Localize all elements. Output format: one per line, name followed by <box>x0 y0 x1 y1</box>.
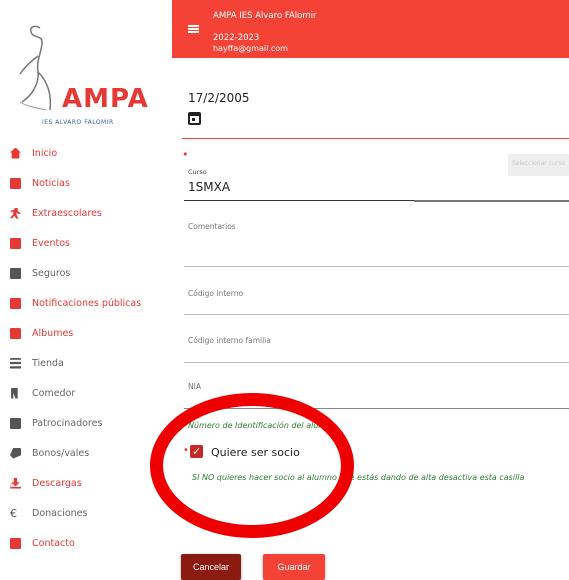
download-icon <box>10 477 21 489</box>
cancel-button[interactable]: Cancelar <box>181 554 241 580</box>
app-title: AMPA IES Alvaro FAlomir <box>213 11 317 21</box>
date-field-underline <box>182 138 569 139</box>
album-icon <box>10 327 21 339</box>
calendar-icon[interactable] <box>188 112 201 125</box>
select-course-button[interactable]: Seleccionar curso <box>508 154 569 176</box>
sidebar-item-seguros[interactable]: Seguros <box>0 258 172 288</box>
dining-icon <box>11 387 18 399</box>
sidebar-item-label: Bonos/vales <box>32 447 90 459</box>
sidebar-item-contacto[interactable]: Contacto <box>0 528 172 558</box>
ampa-logo: AMPA IES ALVARO FALOMIR <box>12 22 157 132</box>
home-icon <box>10 147 21 159</box>
codigo-familia-field[interactable]: Código interno familia <box>188 336 271 345</box>
logo-text: AMPA <box>62 84 149 114</box>
sidebar-item-label: Comedor <box>32 387 76 399</box>
sidebar-item-inicio[interactable]: Inicio <box>0 138 172 168</box>
sidebar-item-eventos[interactable]: Eventos <box>0 228 172 258</box>
top-bar: AMPA IES Alvaro FAlomir 2022-2023 hayffa… <box>172 0 569 58</box>
sidebar-item-label: Contacto <box>32 537 75 549</box>
sidebar-item-label: Descargas <box>32 477 82 489</box>
running-icon <box>10 207 21 219</box>
logo-subtitle: IES ALVARO FALOMIR <box>42 119 114 126</box>
codigo-interno-field[interactable]: Código interno <box>188 289 243 298</box>
sidebar-item-patrocinadores[interactable]: Patrocinadores <box>0 408 172 438</box>
sidebar-item-albumes[interactable]: Albumes <box>0 318 172 348</box>
calendar-icon <box>10 237 21 249</box>
user-email: hayffa@gmail.com <box>213 44 288 53</box>
codigo-familia-underline <box>184 362 569 363</box>
sidebar-item-label: Inicio <box>32 147 58 159</box>
school-year: 2022-2023 <box>213 33 260 43</box>
sponsor-icon <box>10 417 21 429</box>
shield-icon <box>10 267 21 279</box>
save-button[interactable]: Guardar <box>263 554 325 580</box>
sidebar-item-label: Notificaciones públicas <box>32 297 142 309</box>
sidebar-item-descargas[interactable]: Descargas <box>0 468 172 498</box>
sidebar-item-bonos[interactable]: Bonos/vales <box>0 438 172 468</box>
birth-date-value[interactable]: 17/2/2005 <box>188 91 250 105</box>
sidebar-item-label: Extraescolares <box>32 207 102 219</box>
codigo-interno-underline <box>184 314 569 315</box>
voucher-icon <box>10 447 21 459</box>
notification-icon <box>10 297 21 309</box>
contact-icon <box>10 537 21 549</box>
curso-label: Curso <box>188 168 207 176</box>
comentarios-underline <box>184 266 569 267</box>
store-icon <box>10 357 21 369</box>
sidebar: AMPA IES ALVARO FALOMIR Inicio Noticias … <box>0 0 172 572</box>
menu-icon[interactable] <box>188 25 199 33</box>
sidebar-item-comedor[interactable]: Comedor <box>0 378 172 408</box>
curso-underline <box>184 200 414 201</box>
required-mark: • <box>182 148 189 161</box>
sidebar-item-label: Patrocinadores <box>32 417 103 429</box>
euro-icon: € <box>10 506 17 520</box>
sidebar-item-tienda[interactable]: Tienda <box>0 348 172 378</box>
sidebar-item-donaciones[interactable]: € Donaciones <box>0 498 172 528</box>
sidebar-nav: Inicio Noticias Extraescolares Eventos S… <box>0 138 172 558</box>
newspaper-icon <box>10 177 21 189</box>
sidebar-item-label: Noticias <box>32 177 70 189</box>
sidebar-item-label: Tienda <box>32 357 64 369</box>
sidebar-item-notificaciones[interactable]: Notificaciones públicas <box>0 288 172 318</box>
sidebar-item-label: Albumes <box>32 327 74 339</box>
annotation-circle <box>150 393 354 538</box>
nia-field[interactable]: NIA <box>188 382 201 391</box>
comentarios-field[interactable]: Comentarios <box>188 222 236 231</box>
curso-underline-extra <box>414 200 569 202</box>
curso-select[interactable]: 1SMXA <box>188 180 230 194</box>
sidebar-item-label: Eventos <box>32 237 70 249</box>
sidebar-item-noticias[interactable]: Noticias <box>0 168 172 198</box>
sidebar-item-label: Seguros <box>32 267 71 279</box>
sidebar-item-label: Donaciones <box>32 507 88 519</box>
sidebar-item-extraescolares[interactable]: Extraescolares <box>0 198 172 228</box>
